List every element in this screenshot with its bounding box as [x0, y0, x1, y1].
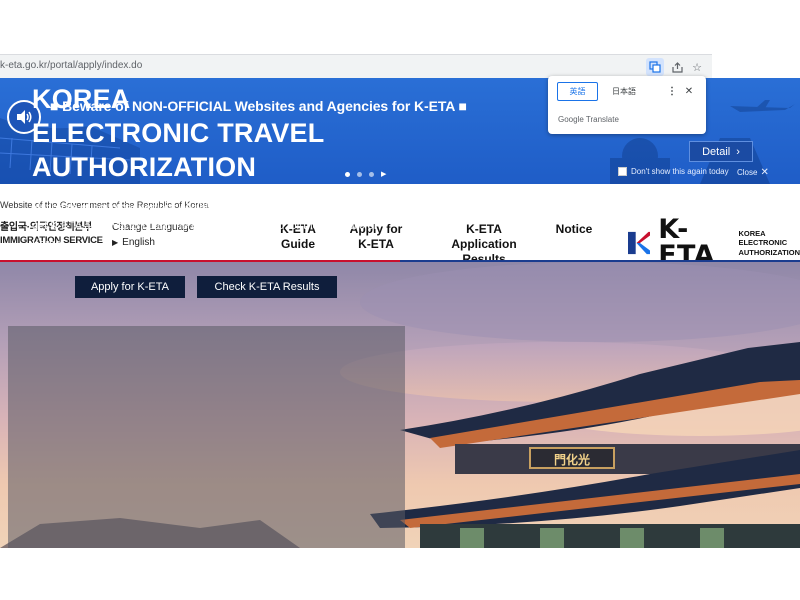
translate-icon[interactable]	[646, 58, 664, 76]
dont-show-today[interactable]: Don't show this again today	[618, 167, 729, 176]
dont-show-label: Don't show this again today	[631, 167, 729, 176]
url-text[interactable]: k-eta.go.kr/portal/apply/index.do	[0, 60, 142, 71]
translate-lang-option[interactable]: 英語	[557, 82, 598, 101]
bottom-blank	[0, 548, 800, 600]
carousel-next-icon[interactable]: ▶	[381, 170, 386, 178]
star-icon[interactable]: ☆	[688, 58, 706, 76]
check-results-button[interactable]: Check K-ETA Results	[197, 276, 337, 298]
hero-title-line: ELECTRONIC TRAVEL	[32, 118, 325, 148]
google-translate-brand: Google Translate	[558, 115, 619, 124]
carousel-dot[interactable]	[369, 171, 374, 177]
k-eta-logo-mark	[628, 231, 651, 255]
gate-sign: 門化光	[553, 453, 590, 467]
logo-sub-line: ELECTRONIC	[738, 238, 788, 248]
checkbox-icon[interactable]	[618, 167, 627, 176]
translate-popup: 英語 日本語 ⋮ ✕ Google Translate	[548, 76, 706, 134]
browser-viewport: k-eta.go.kr/portal/apply/index.do ☆ ■ Be…	[0, 0, 800, 600]
carousel-dot[interactable]	[357, 171, 362, 177]
close-banner-button[interactable]: Close ✕	[737, 167, 769, 178]
hero-panel	[8, 326, 405, 548]
nav-notice[interactable]: Notice	[553, 222, 595, 237]
logo-sub-line: KOREA	[738, 228, 766, 238]
logo-subtitle: KOREA ELECTRONIC AUTHORIZATION	[738, 229, 800, 258]
close-label: Close	[737, 168, 758, 177]
detail-button[interactable]: Detail ›	[689, 141, 753, 162]
translate-lang-option[interactable]: 日本語	[606, 82, 642, 101]
google-wordmark: Google	[558, 115, 584, 124]
hero-title-line: AUTHORIZATION	[32, 152, 257, 182]
chevron-right-icon: ›	[736, 145, 740, 158]
apply-keta-button[interactable]: Apply for K-ETA	[75, 276, 185, 298]
carousel-dots: ▶	[345, 170, 386, 178]
hero-description: Nationals of countries/regions eligible …	[32, 202, 378, 250]
hero-title-line: KOREA	[32, 84, 131, 114]
hero-section: 門化光	[0, 262, 800, 548]
translate-word: Translate	[585, 115, 619, 124]
close-icon: ✕	[760, 167, 769, 178]
logo-sub-line: AUTHORIZATION	[738, 247, 800, 257]
more-vert-icon[interactable]: ⋮	[666, 82, 678, 101]
carousel-dot[interactable]	[345, 171, 350, 177]
close-icon[interactable]: ✕	[683, 82, 695, 101]
address-bar[interactable]: k-eta.go.kr/portal/apply/index.do ☆	[0, 54, 712, 78]
share-icon[interactable]	[668, 58, 686, 76]
detail-label: Detail	[702, 145, 731, 158]
hero-title: KOREA ELECTRONIC TRAVEL AUTHORIZATION	[32, 82, 324, 184]
